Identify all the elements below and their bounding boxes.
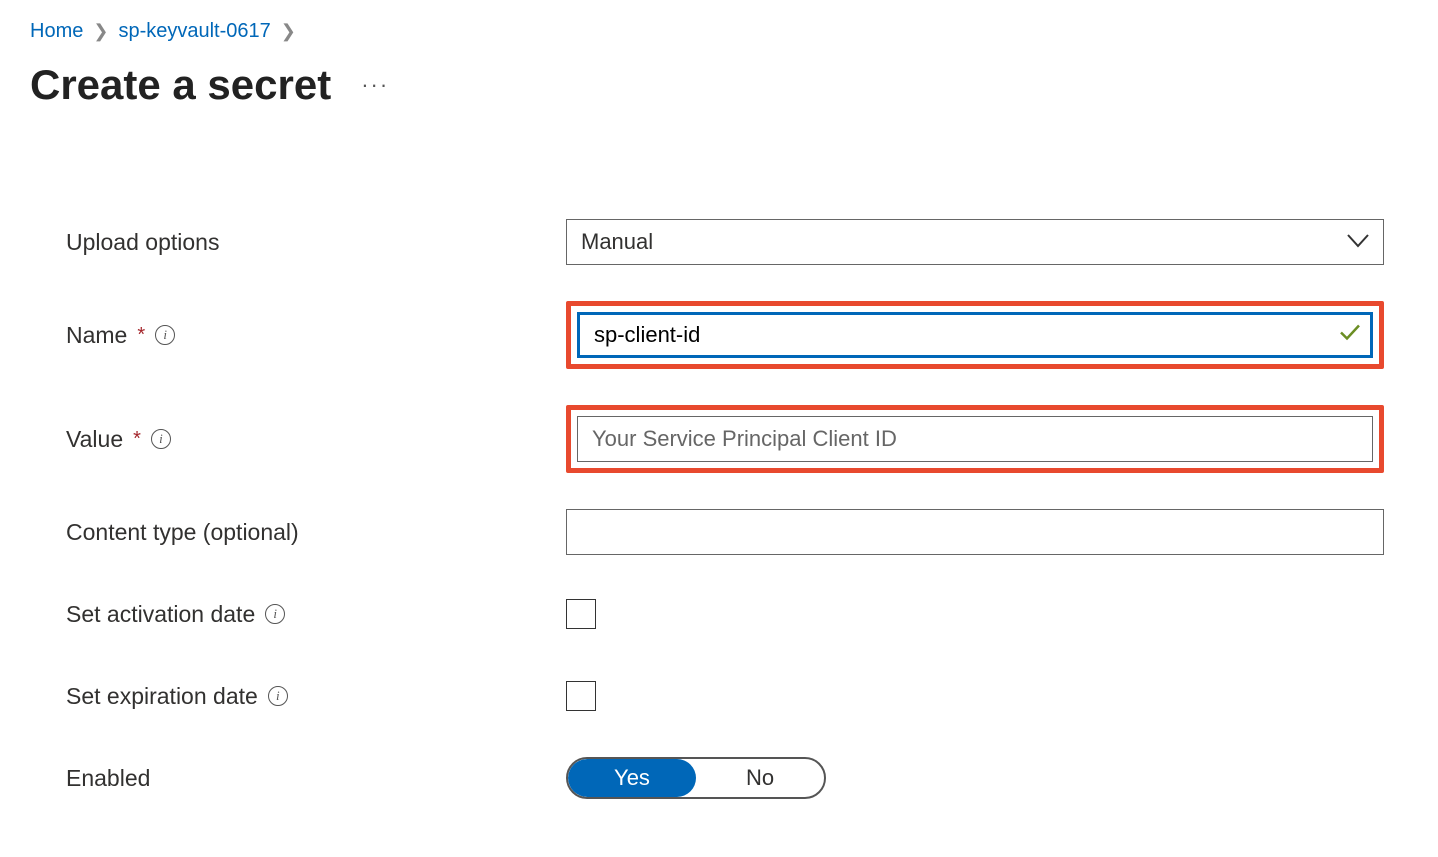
- control-name-highlight: [566, 301, 1384, 369]
- row-expiration-date: Set expiration date i: [66, 673, 1408, 719]
- chevron-right-icon: ❯: [281, 21, 296, 42]
- control-expiration-date: [566, 681, 1384, 711]
- upload-options-dropdown[interactable]: Manual: [566, 219, 1384, 265]
- label-text: Enabled: [66, 765, 150, 792]
- label-expiration-date: Set expiration date i: [66, 683, 566, 710]
- label-enabled: Enabled: [66, 765, 566, 792]
- content-type-input[interactable]: [566, 509, 1384, 555]
- label-content-type: Content type (optional): [66, 519, 566, 546]
- page-title: Create a secret: [30, 61, 331, 109]
- label-text: Value: [66, 426, 123, 453]
- value-input[interactable]: [577, 416, 1373, 462]
- breadcrumb: Home ❯ sp-keyvault-0617 ❯: [30, 20, 1408, 43]
- control-upload-options: Manual: [566, 219, 1384, 265]
- activation-date-checkbox[interactable]: [566, 599, 596, 629]
- label-name: Name * i: [66, 322, 566, 349]
- label-activation-date: Set activation date i: [66, 601, 566, 628]
- dropdown-value: Manual: [581, 229, 653, 255]
- info-icon[interactable]: i: [151, 429, 171, 449]
- row-enabled: Enabled Yes No: [66, 755, 1408, 801]
- label-upload-options: Upload options: [66, 229, 566, 256]
- create-secret-form: Upload options Manual Name * i Valu: [30, 219, 1408, 801]
- info-icon[interactable]: i: [155, 325, 175, 345]
- row-activation-date: Set activation date i: [66, 591, 1408, 637]
- more-menu-button[interactable]: ···: [361, 72, 389, 98]
- chevron-down-icon: [1347, 232, 1369, 253]
- breadcrumb-home[interactable]: Home: [30, 20, 83, 43]
- control-activation-date: [566, 599, 1384, 629]
- label-text: Content type (optional): [66, 519, 299, 546]
- enabled-toggle: Yes No: [566, 757, 826, 799]
- enabled-no-button[interactable]: No: [696, 759, 824, 797]
- control-enabled: Yes No: [566, 757, 1384, 799]
- required-asterisk: *: [137, 324, 145, 347]
- info-icon[interactable]: i: [265, 604, 285, 624]
- label-text: Upload options: [66, 229, 219, 256]
- control-content-type: [566, 509, 1384, 555]
- label-text: Set activation date: [66, 601, 255, 628]
- chevron-right-icon: ❯: [93, 21, 108, 42]
- label-value: Value * i: [66, 426, 566, 453]
- row-name: Name * i: [66, 301, 1408, 369]
- row-upload-options: Upload options Manual: [66, 219, 1408, 265]
- expiration-date-checkbox[interactable]: [566, 681, 596, 711]
- row-value: Value * i: [66, 405, 1408, 473]
- required-asterisk: *: [133, 428, 141, 451]
- title-row: Create a secret ···: [30, 61, 1408, 109]
- breadcrumb-keyvault[interactable]: sp-keyvault-0617: [118, 20, 270, 43]
- label-text: Set expiration date: [66, 683, 258, 710]
- enabled-yes-button[interactable]: Yes: [568, 759, 696, 797]
- control-value-highlight: [566, 405, 1384, 473]
- label-text: Name: [66, 322, 127, 349]
- info-icon[interactable]: i: [268, 686, 288, 706]
- name-input[interactable]: [577, 312, 1373, 358]
- row-content-type: Content type (optional): [66, 509, 1408, 555]
